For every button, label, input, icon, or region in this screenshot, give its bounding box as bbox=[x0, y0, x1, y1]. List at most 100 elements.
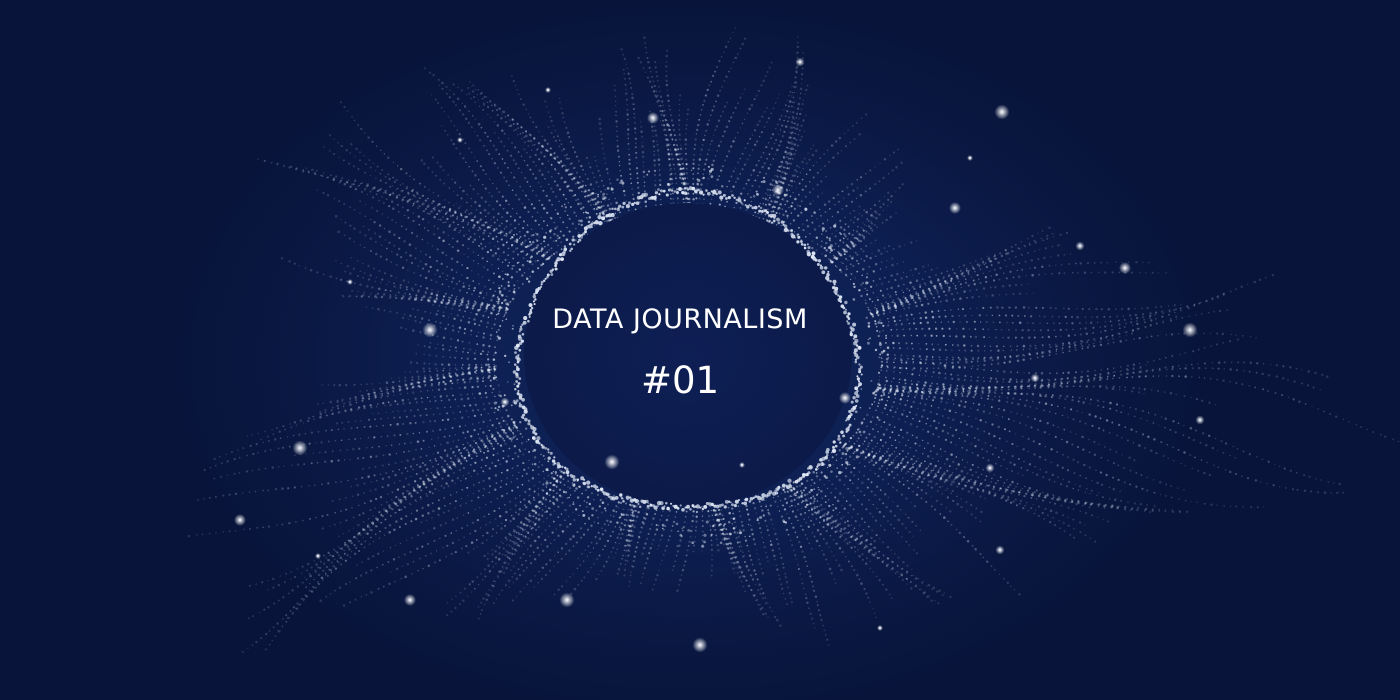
particle-dot bbox=[416, 547, 419, 550]
particle-dot bbox=[907, 395, 910, 398]
particle-dot bbox=[832, 463, 835, 466]
particle-dot bbox=[1099, 471, 1103, 474]
particle-dot bbox=[803, 518, 805, 521]
particle-dot bbox=[384, 526, 387, 530]
particle-dot bbox=[868, 543, 871, 546]
particle-dot bbox=[387, 483, 390, 487]
particle-dot bbox=[748, 550, 750, 552]
particle-dot bbox=[977, 476, 980, 479]
particle-dot bbox=[812, 589, 816, 592]
particle-dot bbox=[982, 490, 984, 493]
particle-dot bbox=[402, 485, 406, 488]
particle-dot bbox=[348, 438, 350, 441]
particle-dot bbox=[503, 561, 506, 564]
particle-dot bbox=[273, 602, 276, 605]
particle-dot bbox=[826, 638, 829, 641]
particle-dot bbox=[907, 487, 910, 490]
particle-dot bbox=[401, 399, 405, 402]
particle-dot bbox=[320, 441, 323, 444]
particle-dot bbox=[330, 571, 333, 574]
particle-dot bbox=[887, 557, 890, 560]
particle-dot bbox=[503, 431, 505, 434]
particle-dot bbox=[964, 375, 967, 377]
particle-dot bbox=[969, 468, 972, 471]
particle-dot bbox=[977, 403, 981, 406]
particle-dot bbox=[537, 466, 540, 468]
particle-dot bbox=[1235, 382, 1238, 384]
particle-dot bbox=[981, 387, 985, 390]
particle-dot bbox=[536, 546, 539, 550]
particle-dot bbox=[381, 394, 384, 397]
particle-dot bbox=[1043, 496, 1046, 499]
particle-dot bbox=[402, 494, 405, 497]
particle-dot bbox=[1045, 470, 1048, 474]
particle-dot bbox=[1132, 386, 1135, 390]
particle-dot bbox=[368, 526, 371, 529]
particle-dot bbox=[557, 588, 560, 592]
particle-dot bbox=[422, 482, 426, 486]
particle-dot bbox=[538, 473, 540, 476]
particle-dot bbox=[1111, 421, 1114, 424]
particle-dot bbox=[514, 504, 517, 507]
particle-dot bbox=[374, 465, 377, 468]
particle-dot bbox=[510, 545, 512, 548]
particle-dot bbox=[952, 460, 955, 464]
particle-dot bbox=[1068, 380, 1071, 383]
particle-dot bbox=[450, 387, 453, 390]
particle-dot bbox=[263, 608, 266, 611]
particle-dot bbox=[739, 541, 741, 544]
particle-dot bbox=[939, 513, 942, 515]
particle-dot bbox=[1051, 473, 1055, 477]
particle-dot bbox=[889, 436, 892, 439]
particle-dot bbox=[909, 581, 912, 583]
particle-dot bbox=[667, 515, 669, 517]
particle-dot bbox=[843, 532, 845, 535]
particle-dot bbox=[1056, 451, 1059, 453]
particle-dot bbox=[350, 408, 353, 411]
particle-dot bbox=[1055, 511, 1058, 515]
particle-dot bbox=[871, 428, 875, 431]
particle-dot bbox=[676, 550, 680, 553]
particle-dot bbox=[957, 378, 960, 381]
particle-dot bbox=[998, 407, 1000, 410]
particle-dot bbox=[920, 480, 924, 484]
particle-dot bbox=[251, 434, 253, 436]
particle-dot bbox=[825, 542, 828, 545]
particle-dot bbox=[203, 468, 206, 472]
particle-dot bbox=[356, 426, 359, 429]
particle-dot bbox=[762, 541, 765, 544]
particle-dot bbox=[750, 524, 752, 527]
particle-dot bbox=[483, 442, 485, 445]
particle-dot bbox=[595, 509, 598, 512]
particle-dot bbox=[491, 462, 493, 464]
particle-dot bbox=[281, 625, 283, 627]
particle-dot bbox=[915, 449, 917, 452]
particle-dot bbox=[305, 586, 308, 589]
particle-dot bbox=[901, 567, 904, 570]
particle-dot bbox=[1124, 386, 1127, 389]
particle-dot bbox=[773, 558, 776, 561]
particle-dot bbox=[891, 444, 893, 447]
particle-dot bbox=[416, 440, 420, 443]
particle-dot bbox=[435, 367, 438, 370]
particle-dot bbox=[327, 440, 330, 443]
particle-dot bbox=[633, 504, 636, 507]
particle-dot bbox=[429, 370, 431, 373]
particle-dot bbox=[890, 549, 892, 551]
particle-dot bbox=[329, 525, 331, 527]
particle-dot bbox=[1256, 456, 1258, 458]
particle-dot bbox=[587, 570, 590, 573]
particle-dot bbox=[460, 455, 463, 457]
particle-dot bbox=[909, 411, 911, 414]
particle-dot bbox=[464, 424, 467, 427]
particle-dot bbox=[449, 447, 452, 450]
particle-dot bbox=[711, 559, 713, 561]
particle-dot bbox=[505, 460, 508, 463]
particle-dot bbox=[1120, 369, 1123, 372]
particle-dot bbox=[629, 508, 631, 511]
particle-dot bbox=[494, 518, 497, 520]
particle-dot bbox=[393, 580, 396, 583]
particle-dot bbox=[488, 485, 491, 488]
particle-dot bbox=[767, 616, 769, 618]
particle-dot bbox=[586, 496, 590, 499]
